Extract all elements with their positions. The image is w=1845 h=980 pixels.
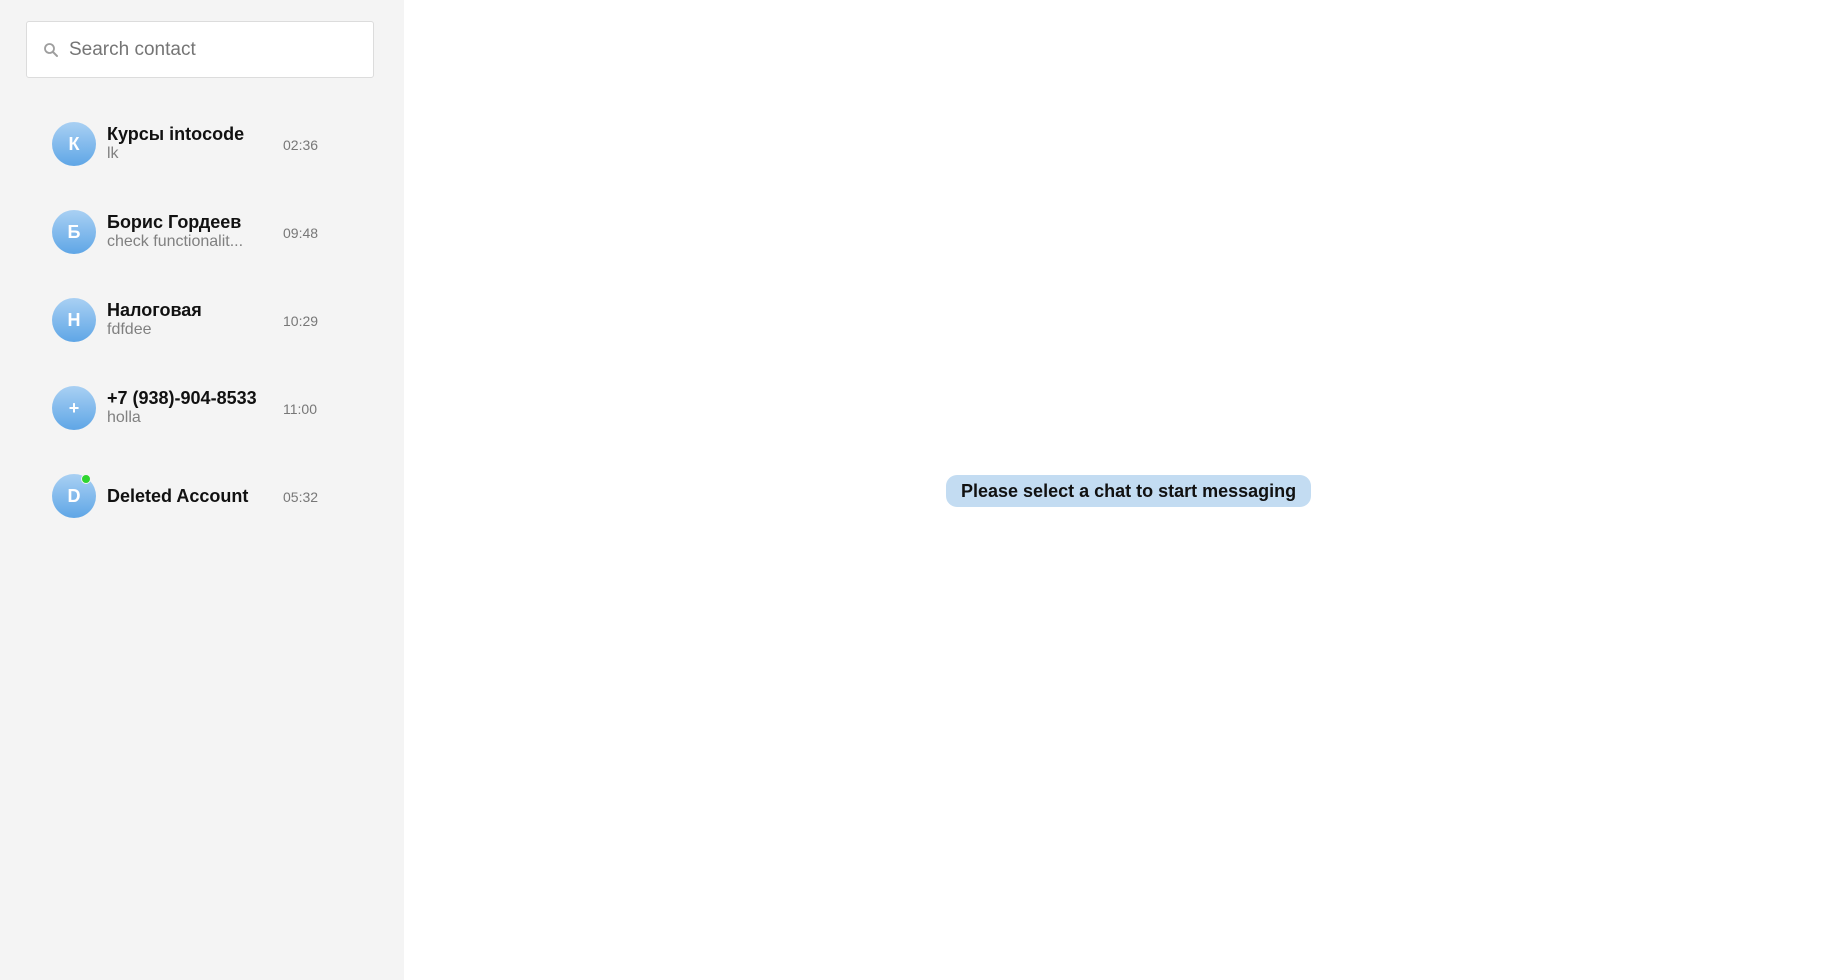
chat-item[interactable]: + +7 (938)-904-8533 holla 11:00 xyxy=(0,364,404,452)
chat-list: К Курсы intocode lk 02:36 Б Борис Гордее… xyxy=(0,100,404,540)
avatar-initial: + xyxy=(68,397,80,418)
search-box[interactable] xyxy=(26,21,374,78)
chat-name: Борис Гордеев xyxy=(107,212,242,232)
chat-item[interactable]: Б Борис Гордеев check functionalit... 09… xyxy=(0,188,404,276)
chat-time: 09:48 xyxy=(283,225,319,241)
avatar: Б xyxy=(52,210,96,254)
search-icon xyxy=(41,40,61,60)
online-indicator xyxy=(81,474,91,484)
chat-time: 02:36 xyxy=(283,137,319,153)
chat-pane: Please select a chat to start messaging xyxy=(404,0,1845,980)
chat-time: 11:00 xyxy=(283,401,317,417)
avatar-initial: Б xyxy=(67,221,81,242)
chat-item[interactable]: D Deleted Account 05:32 xyxy=(0,452,404,540)
chat-time: 05:32 xyxy=(283,489,319,505)
chat-preview: lk xyxy=(107,145,119,162)
avatar: + xyxy=(52,386,96,430)
chat-item[interactable]: К Курсы intocode lk 02:36 xyxy=(0,100,404,188)
avatar: D xyxy=(52,474,96,518)
avatar-initial: D xyxy=(67,485,81,506)
chat-name: Налоговая xyxy=(107,300,202,320)
empty-state-message: Please select a chat to start messaging xyxy=(946,475,1312,507)
search-input[interactable] xyxy=(69,38,349,61)
avatar: К xyxy=(52,122,96,166)
avatar-initial: Н xyxy=(67,309,81,330)
chat-item[interactable]: Н Налоговая fdfdee 10:29 xyxy=(0,276,404,364)
chat-preview: check functionalit... xyxy=(107,233,244,250)
avatar: Н xyxy=(52,298,96,342)
chat-name: Курсы intocode xyxy=(107,124,245,144)
chat-preview: holla xyxy=(107,409,141,426)
chat-preview: fdfdee xyxy=(107,321,152,338)
avatar-initial: К xyxy=(68,133,80,154)
chat-name: Deleted Account xyxy=(107,486,249,506)
chat-name: +7 (938)-904-8533 xyxy=(107,388,257,408)
sidebar: К Курсы intocode lk 02:36 Б Борис Гордее… xyxy=(0,0,404,980)
messenger-app: К Курсы intocode lk 02:36 Б Борис Гордее… xyxy=(0,0,1845,980)
chat-time: 10:29 xyxy=(283,313,319,329)
